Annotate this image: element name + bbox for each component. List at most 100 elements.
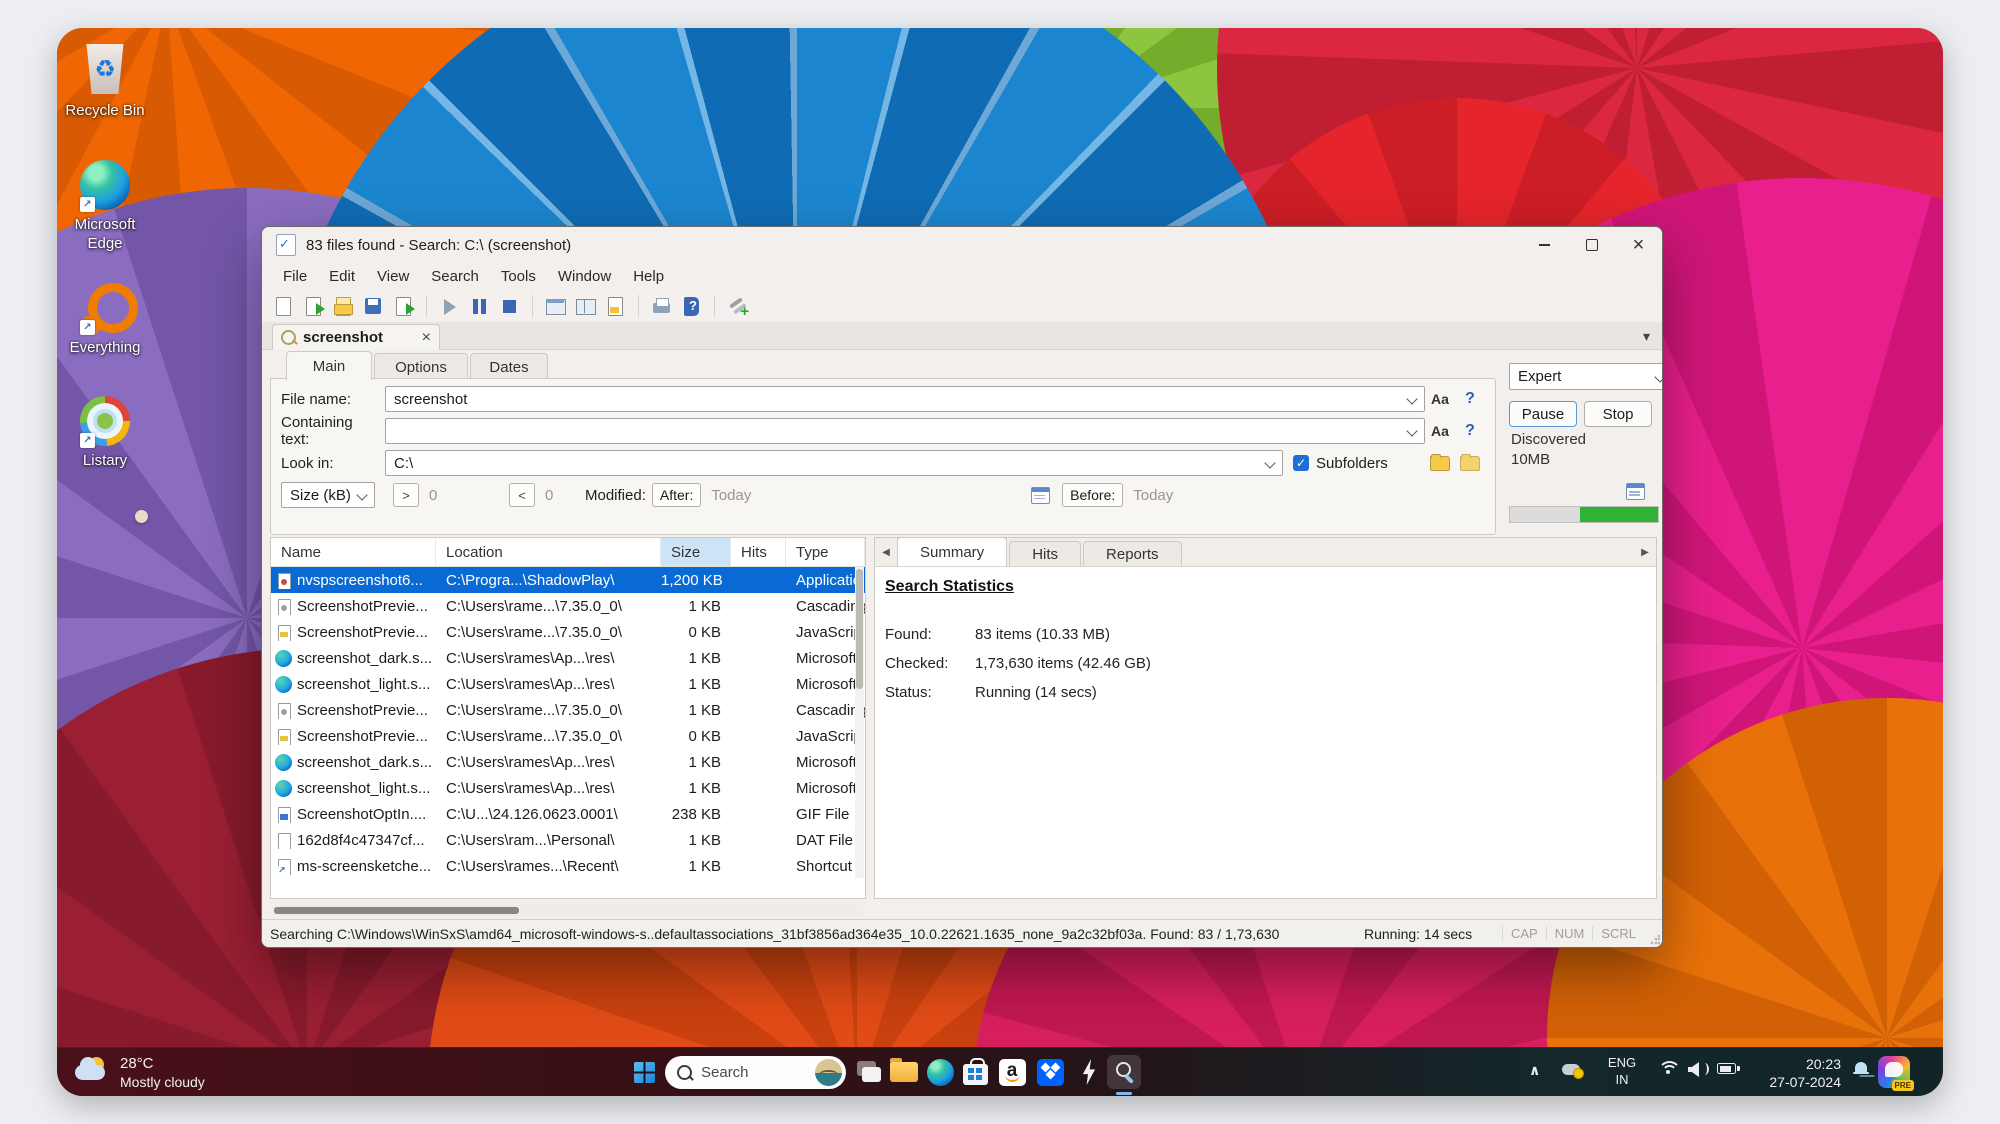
maximize-button[interactable] <box>1568 227 1615 263</box>
stop-button[interactable]: Stop <box>1584 401 1652 427</box>
menu-search[interactable]: Search <box>420 268 490 285</box>
help-icon[interactable] <box>680 295 703 318</box>
close-button[interactable] <box>1615 227 1662 263</box>
tray-expand-icon[interactable] <box>1529 1062 1540 1079</box>
scroll-tabs-right-icon[interactable] <box>1634 538 1656 566</box>
listary-button[interactable] <box>1072 1055 1106 1089</box>
new-search-icon[interactable] <box>272 295 295 318</box>
menu-file[interactable]: File <box>272 268 318 285</box>
table-row[interactable]: screenshot_dark.s... C:\Users\rames\Ap..… <box>271 749 865 775</box>
open-icon[interactable] <box>332 295 355 318</box>
menu-tools[interactable]: Tools <box>490 268 547 285</box>
size-max-input[interactable]: 0 <box>545 487 573 504</box>
size-greater-button[interactable]: > <box>393 483 419 507</box>
vertical-scrollbar[interactable] <box>855 567 864 878</box>
export-results-icon[interactable] <box>392 295 415 318</box>
calendar-icon[interactable] <box>1031 487 1050 504</box>
scroll-tabs-left-icon[interactable] <box>875 538 897 566</box>
chevron-down-icon[interactable] <box>1406 425 1417 436</box>
tab-reports[interactable]: Reports <box>1083 541 1182 566</box>
help-button[interactable]: ? <box>1465 422 1475 440</box>
table-row[interactable]: screenshot_dark.s... C:\Users\rames\Ap..… <box>271 645 865 671</box>
weather-widget[interactable]: 28°C Mostly cloudy <box>67 1052 211 1093</box>
start-button[interactable] <box>627 1055 661 1089</box>
resize-grip[interactable] <box>1650 935 1660 945</box>
menu-window[interactable]: Window <box>547 268 622 285</box>
clock[interactable]: 20:23 27-07-2024 <box>1749 1055 1841 1091</box>
table-row[interactable]: ScreenshotPrevie... C:\Users\rame...\7.3… <box>271 619 865 645</box>
browse-folder-icon[interactable] <box>1430 456 1450 471</box>
notifications-bell-icon[interactable] <box>1853 1061 1869 1078</box>
table-row[interactable]: screenshot_light.s... C:\Users\rames\Ap.… <box>271 775 865 801</box>
expand-results-icon[interactable] <box>544 295 567 318</box>
match-case-button[interactable]: Aa <box>1431 391 1449 407</box>
menu-help[interactable]: Help <box>622 268 675 285</box>
tab-summary[interactable]: Summary <box>897 537 1007 566</box>
close-tab-icon[interactable] <box>422 329 431 347</box>
configuration-icon[interactable] <box>726 295 749 318</box>
horizontal-scrollbar[interactable] <box>270 905 864 916</box>
column-header-hits[interactable]: Hits <box>731 538 786 566</box>
minimize-button[interactable] <box>1521 227 1568 263</box>
size-min-input[interactable]: 0 <box>429 487 509 504</box>
taskbar-search[interactable]: Search <box>665 1056 846 1089</box>
folder-options-icon[interactable] <box>1460 456 1480 471</box>
desktop-icon-recycle-bin[interactable]: Recycle Bin <box>57 44 153 121</box>
column-header-name[interactable]: Name <box>271 538 436 566</box>
microsoft-store-button[interactable] <box>958 1055 992 1089</box>
print-icon[interactable] <box>650 295 673 318</box>
scrollbar-thumb[interactable] <box>856 569 863 689</box>
table-row[interactable]: ScreenshotPrevie... C:\Users\rame...\7.3… <box>271 697 865 723</box>
desktop-icon-everything[interactable]: Everything <box>57 281 153 358</box>
search-tab[interactable]: screenshot <box>272 324 440 350</box>
filelocator-button[interactable] <box>1107 1055 1141 1089</box>
chevron-down-icon[interactable] <box>1406 393 1417 404</box>
stop-search-icon[interactable] <box>498 295 521 318</box>
after-date-input[interactable]: Today <box>711 487 1031 504</box>
copilot-button[interactable]: PRE <box>1878 1056 1910 1088</box>
help-button[interactable]: ? <box>1465 390 1475 408</box>
title-bar[interactable]: 83 files found - Search: C:\ (screenshot… <box>262 227 1662 263</box>
table-row[interactable]: ScreenshotPrevie... C:\Users\rame...\7.3… <box>271 593 865 619</box>
look-in-field[interactable]: C:\ <box>385 450 1283 476</box>
battery-icon[interactable] <box>1717 1063 1741 1075</box>
report-icon[interactable] <box>604 295 627 318</box>
search-highlight-image[interactable] <box>815 1059 842 1086</box>
volume-icon[interactable] <box>1688 1061 1709 1078</box>
tab-options[interactable]: Options <box>374 353 468 380</box>
edge-button[interactable] <box>923 1055 957 1089</box>
before-date-input[interactable]: Today <box>1133 487 1485 504</box>
antivirus-tray-icon[interactable] <box>1562 1061 1584 1077</box>
tab-dates[interactable]: Dates <box>470 353 548 380</box>
table-row[interactable]: ScreenshotPrevie... C:\Users\rame...\7.3… <box>271 723 865 749</box>
pause-search-icon[interactable] <box>468 295 491 318</box>
mode-select[interactable]: Expert <box>1509 363 1663 390</box>
table-row[interactable]: screenshot_light.s... C:\Users\rames\Ap.… <box>271 671 865 697</box>
wifi-icon[interactable] <box>1657 1061 1679 1079</box>
match-case-button[interactable]: Aa <box>1431 423 1449 439</box>
amazon-button[interactable] <box>995 1055 1029 1089</box>
before-button[interactable]: Before: <box>1062 483 1123 507</box>
calendar-icon[interactable] <box>1626 483 1645 500</box>
window-layout-icon[interactable] <box>574 295 597 318</box>
file-name-field[interactable]: screenshot <box>385 386 1425 412</box>
task-view-button[interactable] <box>851 1055 885 1089</box>
menu-edit[interactable]: Edit <box>318 268 366 285</box>
save-icon[interactable] <box>362 295 385 318</box>
tab-list-dropdown-icon[interactable] <box>1643 328 1650 345</box>
size-less-button[interactable]: < <box>509 483 535 507</box>
column-header-type[interactable]: Type <box>786 538 865 566</box>
menu-view[interactable]: View <box>366 268 420 285</box>
subfolders-checkbox[interactable] <box>1293 455 1309 471</box>
open-search-icon[interactable] <box>302 295 325 318</box>
pause-button[interactable]: Pause <box>1509 401 1577 427</box>
file-explorer-button[interactable] <box>887 1055 921 1089</box>
desktop-icon-listary[interactable]: Listary <box>57 394 153 471</box>
start-search-icon[interactable] <box>438 295 461 318</box>
size-unit-select[interactable]: Size (kB) <box>281 482 375 508</box>
language-indicator[interactable]: ENG IN <box>1602 1055 1642 1089</box>
dropbox-button[interactable] <box>1033 1055 1067 1089</box>
column-header-location[interactable]: Location <box>436 538 661 566</box>
tab-hits[interactable]: Hits <box>1009 541 1081 566</box>
table-row[interactable]: ScreenshotOptIn.... C:\U...\24.126.0623.… <box>271 801 865 827</box>
